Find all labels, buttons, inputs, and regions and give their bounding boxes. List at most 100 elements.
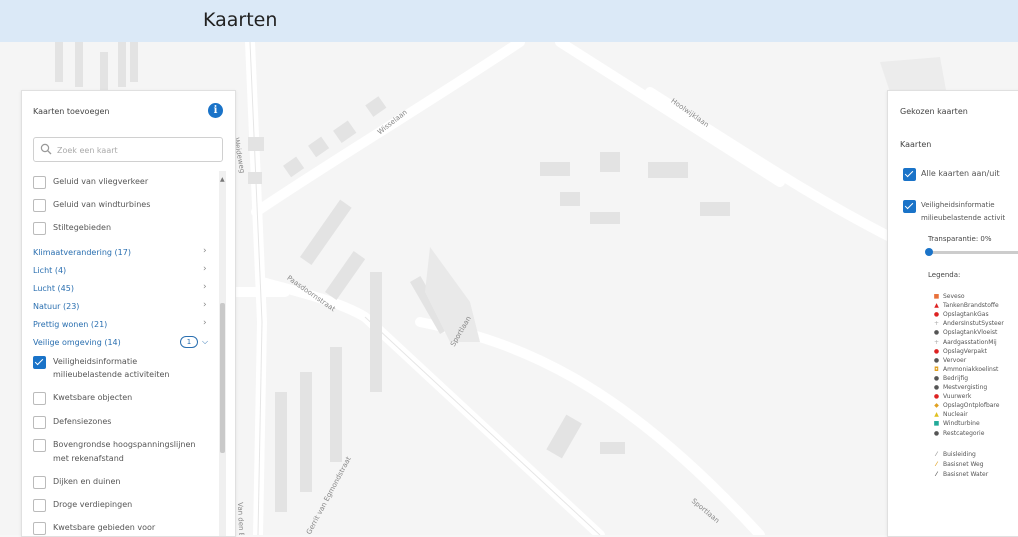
legend-item: ⁄ Basisnet Water (933, 471, 988, 478)
list-item-label: Geluid van vliegverkeer (53, 177, 149, 186)
street-label: Van den Be (236, 502, 246, 535)
legend-item: + AndersInstutSysteer (933, 320, 1004, 327)
info-icon[interactable]: i (208, 103, 223, 118)
checkbox-checked[interactable] (903, 168, 916, 181)
toggle-all-label: Alle kaarten aan/uit (921, 169, 1000, 178)
list-item-label-line2: met rekenafstand (53, 454, 124, 463)
legend-symbol-icon: ■ (933, 420, 940, 428)
scrollbar-thumb[interactable] (220, 303, 225, 453)
chevron-right-icon: › (203, 318, 207, 328)
legend-label: Vuurwerk (943, 393, 972, 401)
legend-label: Mestvergisting (943, 384, 988, 391)
legend-label: Restcategorie (943, 429, 985, 437)
transparency-label: Transparantie: 0% (928, 235, 992, 243)
legend-line-icon: ⁄ (935, 470, 937, 478)
list-item-label: Geluid van windturbines (53, 200, 151, 209)
legend-item: ▲ TankenBrandstoffe (933, 302, 999, 309)
checkbox[interactable] (33, 439, 46, 452)
category-label: Lucht (45) (33, 284, 74, 293)
legend-symbol-icon: ▲ (934, 302, 939, 310)
list-item-label: Defensiezones (53, 417, 112, 426)
category-label: Prettig wonen (21) (33, 320, 108, 329)
map-list: Geluid van vliegverkeer Geluid van windt… (22, 171, 218, 536)
checkbox[interactable] (33, 176, 46, 189)
legend-item: ■ Seveso (933, 293, 965, 300)
list-item-label: Bovengrondse hoogspanningslijnen (53, 440, 196, 449)
legend-symbol-icon: ● (933, 429, 940, 437)
panel-title: Gekozen kaarten (900, 107, 968, 116)
legend-label: Buisleiding (943, 450, 976, 458)
legend-item: ● Mestvergisting (933, 384, 987, 391)
legend-item: ◆ OpslagOntplofbare (933, 402, 999, 409)
legend-symbol-icon: ● (933, 374, 940, 382)
legend-item: ⁄ Buisleiding (933, 451, 976, 458)
legend-title: Legenda: (928, 271, 961, 279)
checkbox-checked[interactable] (903, 200, 916, 213)
list-item-label: Droge verdiepingen (53, 500, 133, 509)
selected-maps-panel: Gekozen kaarten Kaarten Alle kaarten aan… (887, 90, 1018, 537)
legend-symbol-icon: + (933, 320, 940, 328)
checkbox[interactable] (33, 416, 46, 429)
section-title: Kaarten (900, 140, 932, 149)
legend-label: Nucleair (943, 411, 968, 419)
legend-item: + AardgasstationMij (933, 339, 997, 346)
legend-label: OpslagtankGas (943, 311, 989, 319)
legend-line-icon: ⁄ (935, 460, 937, 468)
legend-label: Bedrijfig (943, 374, 969, 382)
list-item-label-line2: milieubelastende activiteiten (53, 370, 170, 379)
category-label: Natuur (23) (33, 302, 80, 311)
chevron-right-icon: › (203, 300, 207, 310)
legend-item: ◘ Ammoniakkoelinst (933, 366, 998, 373)
selected-count-badge: 1 (180, 336, 198, 348)
checkbox[interactable] (33, 392, 46, 405)
legend-item: ● Vervoer (933, 357, 966, 364)
legend-label: OpslagOntplofbare (943, 402, 1000, 410)
header-bar: Kaarten (0, 0, 1018, 42)
legend-label: Windturbine (943, 420, 980, 428)
chevron-right-icon: › (203, 282, 207, 292)
list-item-label: Veiligheidsinformatie (53, 357, 138, 366)
legend-symbol-icon: ● (933, 329, 940, 337)
checkbox[interactable] (33, 522, 46, 535)
slider-handle[interactable] (925, 248, 933, 256)
legend-symbol-icon: ▲ (934, 411, 939, 419)
legend-item: ● OpslagtankGas (933, 311, 989, 318)
category-label: Licht (4) (33, 266, 67, 275)
checkbox[interactable] (33, 222, 46, 235)
checkbox[interactable] (33, 499, 46, 512)
checkbox[interactable] (33, 476, 46, 489)
legend-item: ■ Windturbine (933, 420, 980, 427)
legend-label: Ammoniakkoelinst (943, 365, 999, 373)
scroll-up-arrow-icon[interactable]: ▲ (220, 176, 225, 183)
add-maps-panel: Kaarten toevoegen i ▲ Geluid van vliegve… (21, 90, 236, 537)
panel-title: Kaarten toevoegen (33, 107, 110, 116)
checkbox[interactable] (33, 199, 46, 212)
category-label: Klimaatverandering (17) (33, 248, 131, 257)
legend-item: ● OpslagVerpakt (933, 348, 987, 355)
legend-label: OpslagtankVloeist (943, 329, 998, 337)
checkbox-checked[interactable] (33, 356, 46, 369)
legend-label: Seveso (943, 293, 965, 300)
chevron-down-icon: ⌵ (202, 337, 209, 346)
legend-symbol-icon: ◘ (934, 365, 939, 373)
legend-symbol-icon: ● (933, 384, 940, 391)
list-item-label: Kwetsbare objecten (53, 393, 133, 402)
legend-line-icon: ⁄ (935, 450, 937, 458)
category-label: Veilige omgeving (14) (33, 338, 121, 347)
list-item-label: Kwetsbare gebieden voor (53, 523, 156, 532)
list-item-label: Dijken en duinen (53, 477, 121, 486)
legend-item: ▲ Nucleair (933, 411, 968, 418)
legend-label: Basisnet Water (943, 470, 989, 478)
legend-symbol-icon: ■ (933, 293, 940, 300)
legend-symbol-icon: ● (933, 356, 940, 364)
legend-symbol-icon: ● (933, 347, 940, 355)
legend-item: ● Vuurwerk (933, 393, 971, 400)
search-input[interactable] (55, 141, 219, 159)
chevron-right-icon: › (203, 264, 207, 274)
legend-symbol-icon: + (933, 338, 940, 346)
search-box[interactable] (33, 137, 223, 162)
legend-symbol-icon: ● (933, 393, 940, 401)
chevron-right-icon: › (203, 246, 207, 256)
transparency-slider[interactable] (925, 248, 1018, 256)
legend-symbol-icon: ◆ (934, 402, 939, 410)
